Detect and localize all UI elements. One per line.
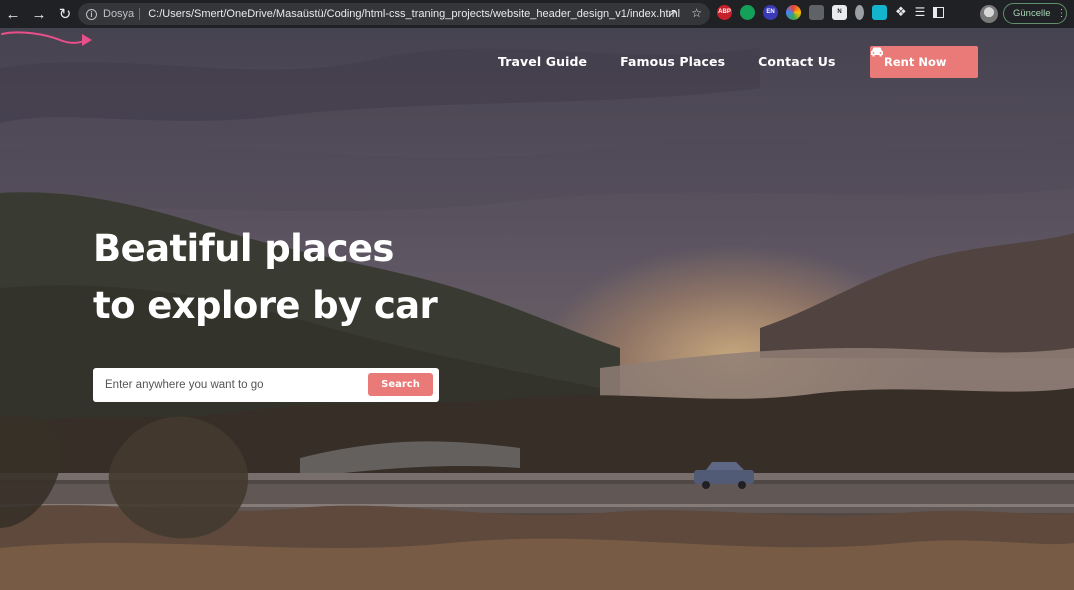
notion-extension-icon[interactable]: N [832, 4, 847, 20]
abp-extension-icon[interactable]: ABP [717, 4, 732, 20]
address-bar[interactable]: i Dosya C:/Users/Smert/OneDrive/Masaüstü… [78, 3, 710, 25]
shield-extension-icon[interactable] [809, 4, 824, 20]
address-url[interactable]: C:/Users/Smert/OneDrive/Masaüstü/Coding/… [148, 8, 680, 20]
menu-dots-icon[interactable]: ⋮ [1057, 8, 1067, 19]
side-panel-icon[interactable] [933, 6, 945, 18]
update-button[interactable]: Güncelle ⋮ [1003, 3, 1067, 24]
browser-toolbar: ← → ↻ i Dosya C:/Users/Smert/OneDrive/Ma… [0, 0, 1074, 28]
brand-logo[interactable] [0, 28, 95, 50]
nav-contact-us[interactable]: Contact Us [758, 54, 835, 69]
colorzilla-extension-icon[interactable] [786, 4, 801, 20]
nav-travel-guide[interactable]: Travel Guide [498, 54, 587, 69]
flask-extension-icon[interactable] [855, 4, 864, 20]
main-nav: Travel Guide Famous Places Contact Us [498, 54, 869, 69]
en-extension-icon[interactable]: EN [763, 4, 778, 20]
hero-section: Travel Guide Famous Places Contact Us Re… [0, 28, 1074, 590]
share-icon[interactable]: ↗ [667, 6, 677, 20]
car-icon [871, 47, 883, 57]
back-arrow-icon[interactable]: ← [0, 1, 26, 27]
profile-avatar[interactable] [980, 5, 998, 23]
search-input[interactable] [105, 379, 365, 391]
extensions-bar: ABP EN N ❖ ☰ [717, 4, 945, 20]
pen-extension-icon[interactable] [872, 4, 887, 20]
search-button[interactable]: Search [368, 373, 433, 396]
rent-now-button[interactable]: Rent Now [870, 46, 978, 78]
info-icon[interactable]: i [86, 8, 97, 20]
puzzle-extensions-icon[interactable]: ❖ [895, 4, 907, 20]
address-scheme-label: Dosya [103, 8, 135, 20]
address-divider [139, 8, 141, 20]
rent-now-label: Rent Now [884, 55, 947, 69]
headline-line-1: Beatiful places [93, 227, 394, 270]
headline-line-2: to explore by car [93, 284, 438, 327]
nav-famous-places[interactable]: Famous Places [620, 54, 725, 69]
bookmark-star-icon[interactable]: ☆ [691, 6, 702, 20]
media-queue-icon[interactable]: ☰ [915, 5, 926, 19]
hero-headline: Beatiful places to explore by car [93, 220, 438, 334]
forward-arrow-icon[interactable]: → [26, 1, 52, 27]
update-label: Güncelle [1013, 8, 1051, 19]
reload-icon[interactable]: ↻ [52, 1, 78, 27]
grammarly-extension-icon[interactable] [740, 4, 755, 20]
search-box: Search [93, 368, 439, 402]
